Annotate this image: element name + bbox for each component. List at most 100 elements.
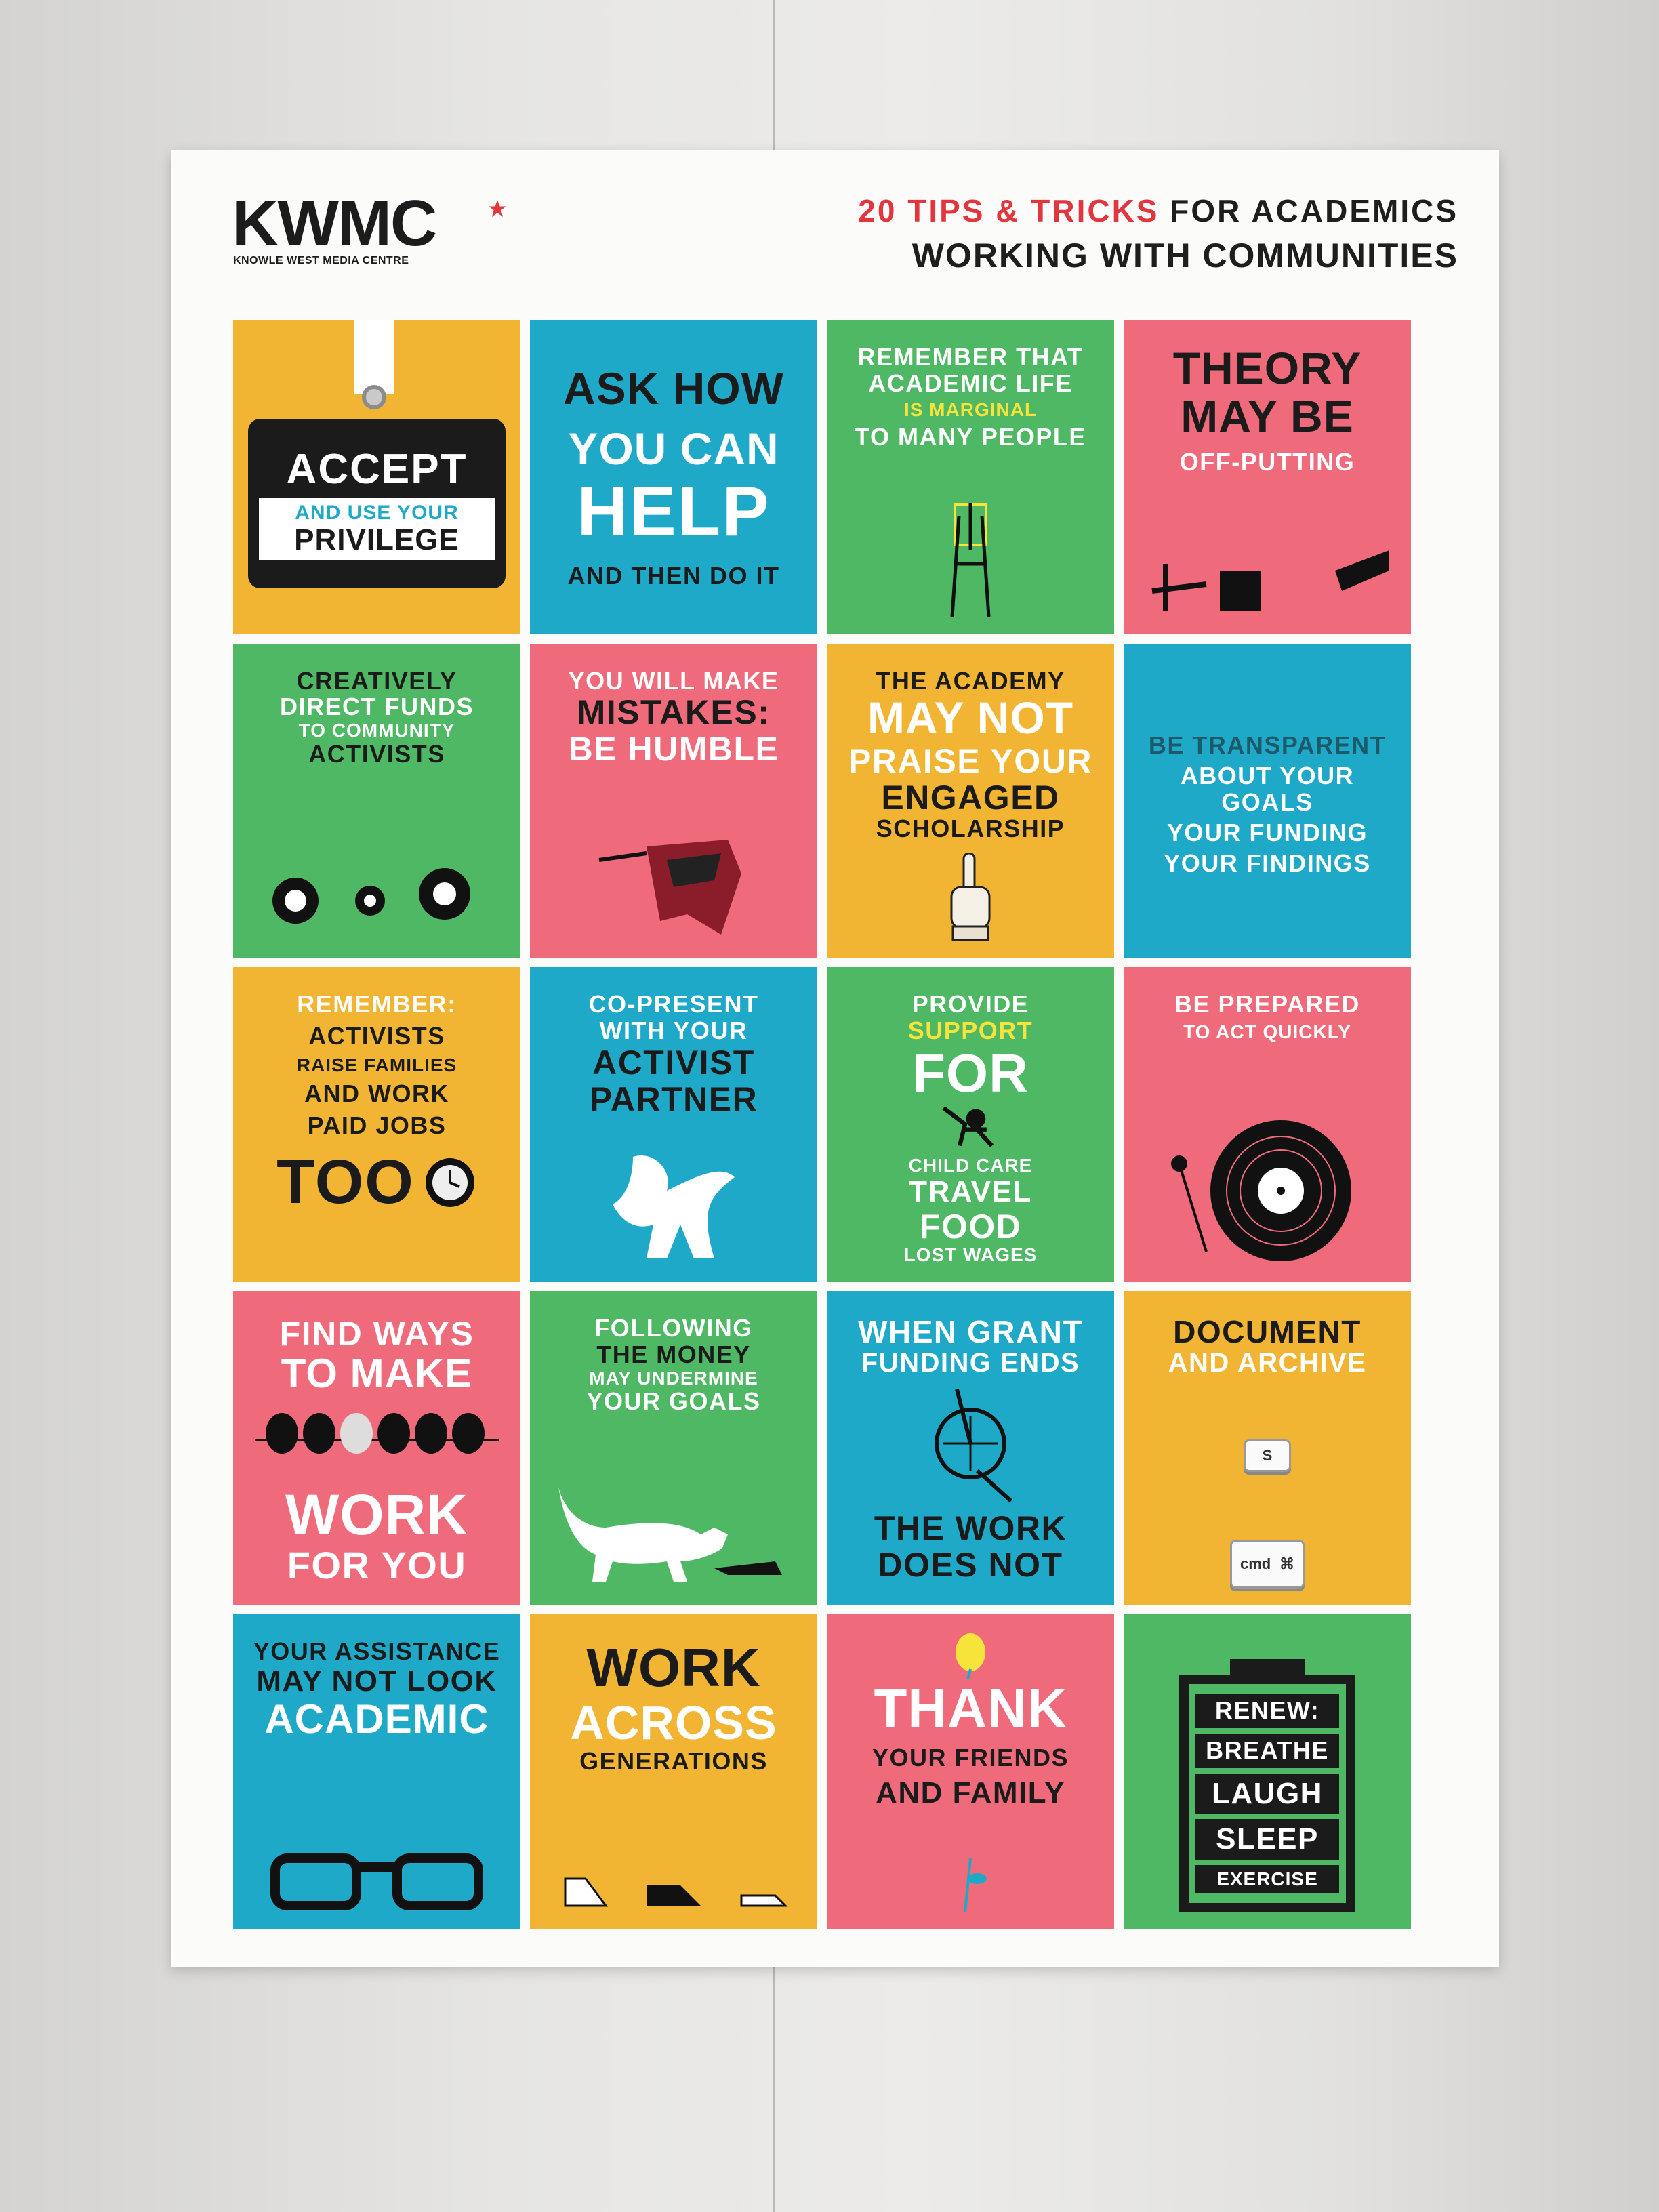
tip-line: TO ACT QUICKLY (1183, 1021, 1351, 1043)
tip-line: AND ARCHIVE (1168, 1348, 1367, 1378)
tip-line: REMEMBER: (297, 990, 457, 1019)
tip-line: WORK (285, 1482, 468, 1547)
leaf-stem-icon (964, 1858, 987, 1912)
logo-wordmark: KWMC (232, 187, 437, 260)
tip-direct-funds: CREATIVELY DIRECT FUNDS TO COMMUNITY ACT… (233, 643, 520, 958)
tip-line: BE HUMBLE (568, 730, 779, 769)
tip-line: MAY UNDERMINE (589, 1367, 758, 1389)
tip-line: HELP (577, 472, 771, 551)
tip-line: MAY NOT LOOK (256, 1664, 497, 1698)
tip-following-money: FOLLOWING THE MONEY MAY UNDERMINE YOUR G… (530, 1290, 817, 1605)
tip-line: GENERATIONS (579, 1747, 768, 1776)
tip-line: YOUR FINDINGS (1164, 848, 1371, 877)
easel-icon (950, 502, 991, 617)
tip-line: TRAVEL (909, 1175, 1032, 1209)
logo-subtitle: KNOWLE WEST MEDIA CENTRE (233, 255, 409, 266)
tip-line: EXERCISE (1195, 1864, 1339, 1893)
tip-line: CO-PRESENT (588, 990, 759, 1019)
tip-line: OFF-PUTTING (1179, 447, 1355, 476)
tip-line: AND THEN DO IT (567, 561, 780, 590)
cmd-key-label: cmd (1240, 1555, 1271, 1573)
tip-line: DOCUMENT (1173, 1313, 1361, 1349)
tip-line: TOO (276, 1147, 415, 1216)
tip-prepared-act-quickly: BE PREPARED TO ACT QUICKLY (1124, 967, 1411, 1282)
tip-line: AND FAMILY (876, 1776, 1065, 1809)
tip-line: PRAISE YOUR (848, 741, 1093, 780)
billiard-balls-icon (272, 868, 470, 924)
tip-line: CHILD CARE (908, 1154, 1033, 1176)
tip-line: RAISE FAMILIES (296, 1054, 457, 1076)
record-icon (1171, 1120, 1351, 1261)
title-count: 20 TIPS & TRICKS (858, 193, 1160, 228)
tip-grant-funding-ends: WHEN GRANT FUNDING ENDS THE WORK DOES NO… (827, 1290, 1114, 1605)
tip-line: THE WORK (874, 1509, 1067, 1547)
tip-line: SLEEP (1195, 1819, 1339, 1860)
tip-line: BE PREPARED (1174, 990, 1360, 1019)
battery-icon: RENEW: BREATHE LAUGH SLEEP EXERCISE (1179, 1674, 1355, 1912)
poster: KWMC KNOWLE WEST MEDIA CENTRE 20 TIPS & … (171, 150, 1499, 1967)
tip-work-across-generations: WORK ACROSS GENERATIONS (530, 1614, 817, 1929)
tip-renew: RENEW: BREATHE LAUGH SLEEP EXERCISE (1124, 1614, 1411, 1929)
tip-line: SCHOLARSHIP (876, 814, 1065, 842)
tip-academy-may-not-praise: THE ACADEMY MAY NOT PRAISE YOUR ENGAGED … (827, 643, 1114, 958)
tip-line: TO COMMUNITY (298, 720, 455, 741)
tip-line: WORK (586, 1637, 761, 1698)
tip-line: FOR YOU (287, 1544, 467, 1587)
tip-line: YOU WILL MAKE (568, 666, 779, 695)
tip-line: THANK (874, 1678, 1067, 1739)
s-key-icon: S (1244, 1439, 1291, 1473)
lanyard-strap (354, 320, 394, 394)
tip-line: WITH YOUR (599, 1017, 748, 1045)
abacus-icon (255, 1412, 499, 1454)
cmd-key-symbol: ⌘ (1279, 1555, 1294, 1573)
tip-line: YOUR FUNDING (1167, 818, 1368, 846)
tip-line: REMEMBER THAT (857, 343, 1084, 371)
tip-line: BREATHE (1195, 1733, 1339, 1768)
tip-line: ASK HOW (563, 363, 784, 413)
tip-line: MISTAKES: (577, 693, 771, 732)
tip-line: LAUGH (1195, 1773, 1339, 1814)
flower-icon (956, 1633, 985, 1680)
tip-line: THEORY (1172, 343, 1362, 393)
red-star-icon (489, 200, 506, 217)
tip-line: ACTIVIST (592, 1043, 755, 1082)
monkey-icon (942, 1106, 994, 1148)
cmd-key-icon: cmd ⌘ (1230, 1540, 1305, 1589)
tip-line: RENEW: (1195, 1693, 1339, 1728)
tip-line: ACCEPT (286, 445, 468, 493)
tip-line: TO MANY PEOPLE (855, 422, 1086, 451)
tip-line: FOR (912, 1042, 1029, 1103)
tip-document-archive: DOCUMENT AND ARCHIVE S cmd ⌘ (1124, 1290, 1411, 1605)
tip-line: MAY BE (1181, 391, 1354, 442)
tip-mistakes-humble: YOU WILL MAKE MISTAKES: BE HUMBLE (530, 643, 817, 958)
tips-grid: ACCEPT AND USE YOUR PRIVILEGE ASK HOW YO… (233, 320, 1411, 1929)
lanyard-clip (362, 385, 386, 409)
tip-line: TO MAKE (281, 1350, 473, 1396)
tip-line: PROVIDE (912, 990, 1029, 1019)
tip-line: BE TRANSPARENT (1148, 731, 1387, 760)
wall-seam-bottom (773, 1965, 775, 2212)
dancers-icon (613, 1155, 735, 1258)
clock-icon (425, 1158, 474, 1207)
tip-line: FOOD (919, 1207, 1022, 1246)
kwmc-logo: KWMC KNOWLE WEST MEDIA CENTRE (232, 191, 516, 266)
tip-line: ACTIVISTS (308, 739, 445, 768)
wall-seam-top (773, 0, 775, 152)
unicycle-icon (935, 1389, 1013, 1502)
tip-line: THE MONEY (596, 1340, 751, 1368)
title-line2: WORKING WITH COMMUNITIES (912, 237, 1458, 274)
tip-ask-how-help: ASK HOW YOU CAN HELP AND THEN DO IT (530, 320, 817, 634)
tip-activists-raise-families: REMEMBER: ACTIVISTS RAISE FAMILIES AND W… (233, 967, 520, 1282)
battery-cap (1230, 1659, 1305, 1675)
tip-theory-off-putting: THEORY MAY BE OFF-PUTTING (1124, 320, 1411, 634)
tip-be-transparent: BE TRANSPARENT ABOUT YOUR GOALS YOUR FUN… (1124, 643, 1411, 958)
tip-provide-support: PROVIDE SUPPORT FOR CHILD CARE TRAVEL FO… (827, 967, 1114, 1282)
tip-line: PAID JOBS (307, 1111, 447, 1140)
tip-line: YOUR GOALS (586, 1387, 761, 1415)
cat-icon (558, 1487, 782, 1582)
tip-accept-privilege: ACCEPT AND USE YOUR PRIVILEGE (233, 320, 520, 634)
tip-line: YOUR ASSISTANCE (253, 1637, 501, 1666)
tip-find-ways-work-for-you: FIND WAYS TO MAKE WORK FOR YOU (233, 1290, 520, 1605)
glasses-icon (270, 1853, 483, 1910)
tip-line: THE ACADEMY (876, 666, 1065, 695)
